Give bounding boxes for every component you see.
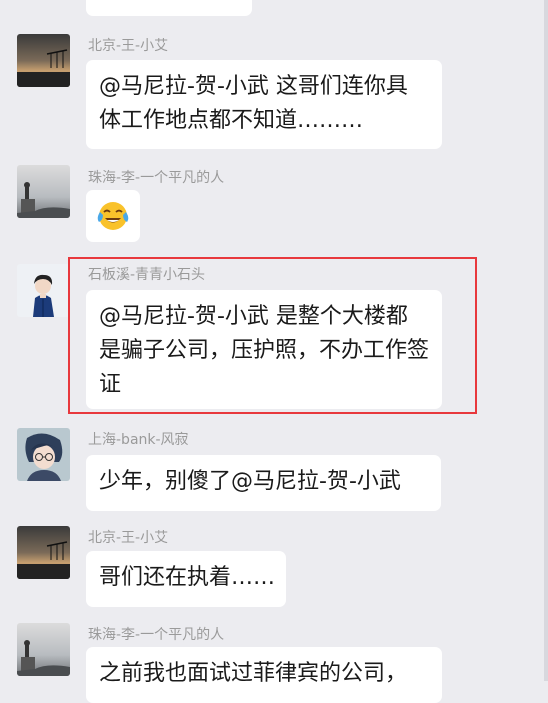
- message-text-line: 体工作地点都不知道………: [99, 108, 364, 133]
- message-bubble[interactable]: [86, 190, 140, 242]
- avatar[interactable]: [17, 623, 70, 676]
- sender-name: 北京-王-小艾: [88, 38, 169, 54]
- message-text-line: 少年，别傻了@马尼拉-贺-小武: [99, 469, 401, 494]
- message-text-line: 之前我也面试过菲律宾的公司，: [99, 661, 408, 686]
- sender-name: 珠海-李-一个平凡的人: [88, 170, 225, 186]
- message-bubble[interactable]: 哥们还在执着……: [86, 551, 286, 607]
- highlight-annotation: [68, 257, 477, 414]
- sender-name: 珠海-李-一个平凡的人: [88, 627, 225, 643]
- avatar[interactable]: [17, 526, 70, 579]
- previous-message-bubble[interactable]: [86, 0, 252, 16]
- sender-name: 上海-bank-风寂: [88, 432, 189, 448]
- message-text-line: 哥们还在执着……: [99, 565, 276, 590]
- crying-laughing-emoji-icon: [97, 202, 129, 230]
- avatar[interactable]: [17, 165, 70, 218]
- avatar[interactable]: [17, 34, 70, 87]
- message-bubble[interactable]: 之前我也面试过菲律宾的公司，: [86, 647, 442, 703]
- chat-window[interactable]: 北京-王-小艾 @马尼拉-贺-小武 这哥们连你具 体工作地点都不知道……… 珠海…: [0, 0, 548, 703]
- message-text-line: @马尼拉-贺-小武 这哥们连你具: [99, 74, 408, 99]
- scrollbar-track[interactable]: [544, 0, 548, 681]
- sender-name: 北京-王-小艾: [88, 530, 169, 546]
- avatar[interactable]: [17, 264, 70, 317]
- message-bubble[interactable]: 少年，别傻了@马尼拉-贺-小武: [86, 455, 441, 511]
- message-bubble[interactable]: @马尼拉-贺-小武 这哥们连你具 体工作地点都不知道………: [86, 60, 442, 149]
- avatar[interactable]: [17, 428, 70, 481]
